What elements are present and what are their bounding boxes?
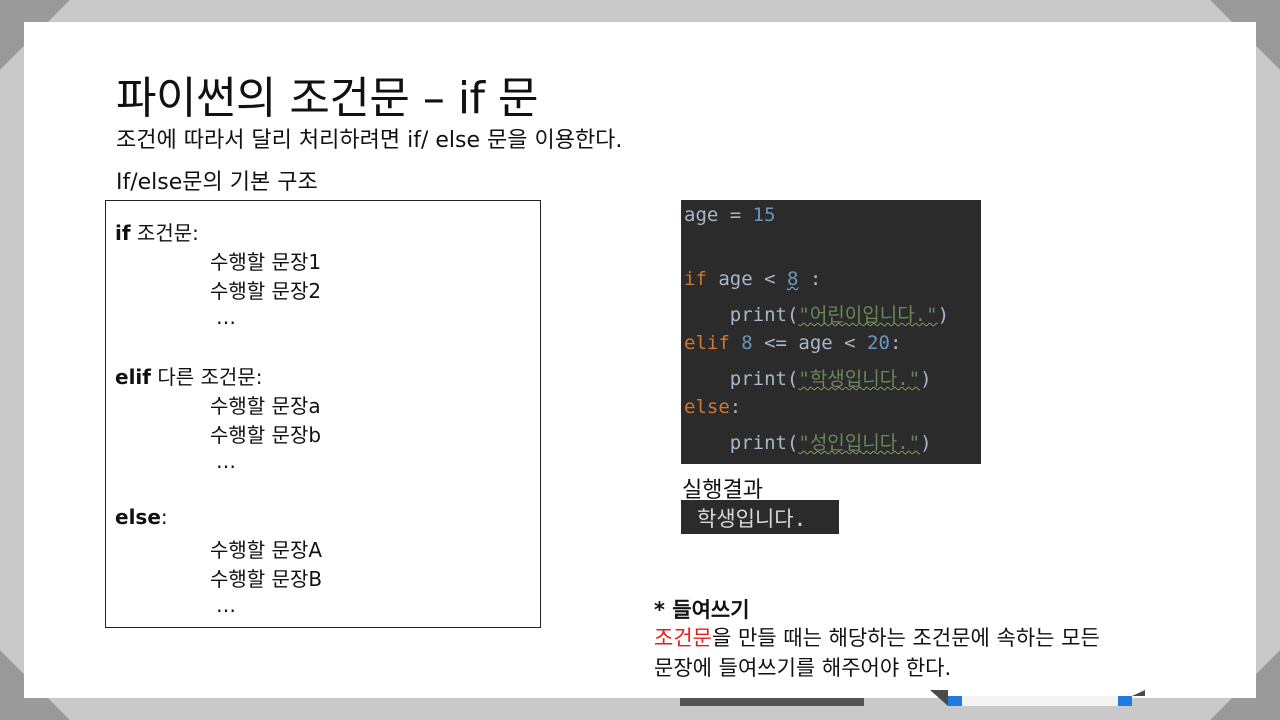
code-screenshot: age = 15 if age < 8 : print("어린이입니다.") e… bbox=[681, 200, 981, 464]
elif-keyword: elif bbox=[115, 365, 151, 389]
note-text: 을 만들 때는 해당하는 조건문에 속하는 모든 bbox=[711, 626, 1100, 650]
if-statement: 수행할 문장2 bbox=[210, 279, 322, 303]
if-keyword: if bbox=[115, 221, 131, 245]
else-ellipsis: … bbox=[216, 593, 236, 617]
slide-canvas: 파이썬의 조건문 – if 문 조건에 따라서 달리 처리하려면 if/ els… bbox=[24, 22, 1256, 698]
code-line: age = 15 bbox=[684, 204, 776, 226]
elif-statement: 수행할 문장a bbox=[210, 394, 321, 418]
elif-clause: elif 다른 조건문: bbox=[115, 361, 262, 390]
note-title: * 들여쓰기 bbox=[654, 598, 750, 622]
if-condition: 조건문: bbox=[130, 221, 199, 245]
else-colon: : bbox=[160, 505, 168, 529]
slide-title: 파이썬의 조건문 – if 문 bbox=[116, 73, 539, 124]
structure-heading: If/else문의 기본 구조 bbox=[116, 170, 318, 195]
note-line: 문장에 들여쓰기를 해주어야 한다. bbox=[654, 656, 952, 680]
if-clause: if 조건문: bbox=[115, 217, 199, 246]
cropped-image-fragment bbox=[680, 698, 864, 706]
elif-statement: 수행할 문장b bbox=[210, 423, 322, 447]
else-statement: 수행할 문장A bbox=[210, 538, 323, 562]
if-statement: 수행할 문장1 bbox=[210, 250, 322, 274]
else-clause: else: bbox=[115, 505, 168, 529]
cropped-image-fragment bbox=[930, 690, 1145, 706]
note-highlight: 조건문 bbox=[654, 626, 712, 650]
note-line: 조건문을 만들 때는 해당하는 조건문에 속하는 모든 bbox=[654, 622, 1100, 652]
slide-subtitle: 조건에 따라서 달리 처리하려면 if/ else 문을 이용한다. bbox=[116, 128, 623, 153]
elif-ellipsis: … bbox=[216, 449, 236, 473]
code-line: elif 8 <= age < 20: bbox=[684, 332, 902, 354]
code-line: print("어린이입니다.") bbox=[684, 304, 950, 326]
code-line: else: bbox=[684, 396, 742, 418]
code-line: print("성인입니다.") bbox=[684, 432, 932, 454]
structure-box: if 조건문: 수행할 문장1 수행할 문장2 … elif 다른 조건문: 수… bbox=[105, 200, 541, 628]
else-statement: 수행할 문장B bbox=[210, 567, 323, 591]
result-output: 학생입니다. bbox=[697, 507, 807, 531]
code-line: if age < 8 : bbox=[684, 268, 822, 290]
if-ellipsis: … bbox=[216, 305, 236, 329]
result-output-panel: 학생입니다. bbox=[681, 500, 839, 534]
else-keyword: else bbox=[115, 505, 161, 529]
code-line: print("학생입니다.") bbox=[684, 368, 932, 390]
elif-condition: 다른 조건문: bbox=[150, 365, 263, 389]
